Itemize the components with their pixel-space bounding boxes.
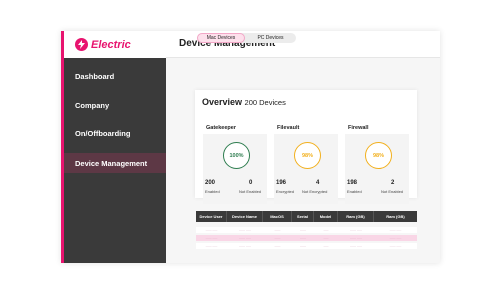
sidebar-item-company[interactable]: Company bbox=[64, 95, 166, 115]
table-cell: ------ ----- bbox=[205, 236, 218, 240]
table-cell: ------ ----- bbox=[389, 236, 402, 240]
not-encrypted-count: 4 bbox=[316, 180, 320, 186]
table-cell: ------ bbox=[274, 236, 281, 240]
table-cell: ------ ----- bbox=[205, 244, 218, 248]
not-enabled-label: Not Enabled bbox=[239, 189, 262, 194]
column-model[interactable]: Model bbox=[314, 211, 338, 222]
table-cell: ------ ----- bbox=[389, 228, 402, 232]
gatekeeper-progress-ring: 100% bbox=[223, 142, 250, 169]
table-row[interactable]: ------ ----- ------ ----- ------ ------ … bbox=[196, 227, 417, 233]
metric-label: Firewall bbox=[348, 125, 369, 131]
column-ram-gb[interactable]: Ram (GB) bbox=[338, 211, 374, 222]
metric-card-gatekeeper[interactable]: Gatekeeper 100% 200 0 Enabled Not Enable… bbox=[203, 125, 267, 204]
overview-title: Overview bbox=[202, 97, 243, 107]
device-type-tabs: Mac Devices PC Devices bbox=[197, 33, 296, 43]
filevault-progress-ring: 98% bbox=[294, 142, 321, 169]
not-enabled-count: 0 bbox=[249, 180, 253, 186]
enabled-count: 200 bbox=[205, 180, 216, 186]
table-row[interactable]: ------ ----- ------ ----- ------ ------ … bbox=[196, 243, 417, 249]
enabled-label: Enabled bbox=[347, 189, 362, 194]
sidebar-item-dashboard[interactable]: Dashboard bbox=[64, 66, 166, 86]
enabled-label: Enabled bbox=[205, 189, 220, 194]
sidebar-item-onoffboarding[interactable]: On/Offboarding bbox=[64, 123, 166, 143]
not-enabled-count: 2 bbox=[391, 180, 395, 186]
tab-mac-devices[interactable]: Mac Devices bbox=[197, 33, 245, 43]
table-cell: ------ ----- bbox=[350, 228, 362, 232]
table-cell: ------ bbox=[300, 244, 306, 248]
overview-heading: Overview 200 Devices bbox=[202, 97, 286, 107]
table-cell: ----- bbox=[323, 236, 329, 240]
device-table-header: Device User Device Name MacOS Serial Mod… bbox=[196, 211, 417, 222]
column-device-user[interactable]: Device User bbox=[196, 211, 227, 222]
metric-label: Gatekeeper bbox=[206, 125, 236, 131]
overview-card: Overview 200 Devices Gatekeeper 100% 200… bbox=[195, 90, 417, 204]
table-cell: ------ bbox=[300, 236, 306, 240]
table-row[interactable]: ------ ----- ------ ----- ------ ------ … bbox=[196, 235, 417, 241]
column-serial[interactable]: Serial bbox=[292, 211, 314, 222]
table-cell: ------ ----- bbox=[239, 244, 251, 248]
table-cell: ------ bbox=[300, 228, 306, 232]
column-macos[interactable]: MacOS bbox=[263, 211, 292, 222]
metric-label: Filevault bbox=[277, 125, 300, 131]
brand-name: Electric bbox=[91, 38, 131, 51]
lightning-bolt-icon bbox=[75, 38, 88, 51]
not-enabled-label: Not Enabled bbox=[381, 189, 404, 194]
column-ram-gb-2[interactable]: Ram (GB) bbox=[374, 211, 417, 222]
column-device-name[interactable]: Device Name bbox=[227, 211, 263, 222]
table-cell: ------ bbox=[274, 244, 281, 248]
table-cell: ------ ----- bbox=[350, 244, 362, 248]
sidebar: Dashboard Company On/Offboarding Device … bbox=[64, 58, 166, 263]
table-cell: ------ ----- bbox=[389, 244, 402, 248]
sidebar-item-device-management[interactable]: Device Management bbox=[64, 153, 166, 173]
table-cell: ------ ----- bbox=[205, 228, 218, 232]
table-cell: ----- bbox=[323, 228, 329, 232]
metric-card-firewall[interactable]: Firewall 98% 198 2 Enabled Not Enabled bbox=[345, 125, 409, 204]
table-cell: ------ bbox=[274, 228, 281, 232]
encrypted-count: 196 bbox=[276, 180, 287, 186]
brand-header[interactable]: Electric bbox=[64, 31, 166, 58]
firewall-progress-ring: 98% bbox=[365, 142, 392, 169]
metric-card-filevault[interactable]: Filevault 98% 196 4 Encrypted Not Encryp… bbox=[274, 125, 338, 204]
table-cell: ------ ----- bbox=[350, 236, 362, 240]
table-cell: ------ ----- bbox=[239, 236, 251, 240]
table-cell: ------ ----- bbox=[239, 228, 251, 232]
not-encrypted-label: Not Encrypted bbox=[302, 189, 328, 194]
encrypted-label: Encrypted bbox=[276, 189, 295, 194]
table-cell: ----- bbox=[323, 244, 329, 248]
enabled-count: 198 bbox=[347, 180, 358, 186]
device-count: 200 Devices bbox=[244, 98, 286, 107]
tab-pc-devices[interactable]: PC Devices bbox=[245, 33, 296, 43]
